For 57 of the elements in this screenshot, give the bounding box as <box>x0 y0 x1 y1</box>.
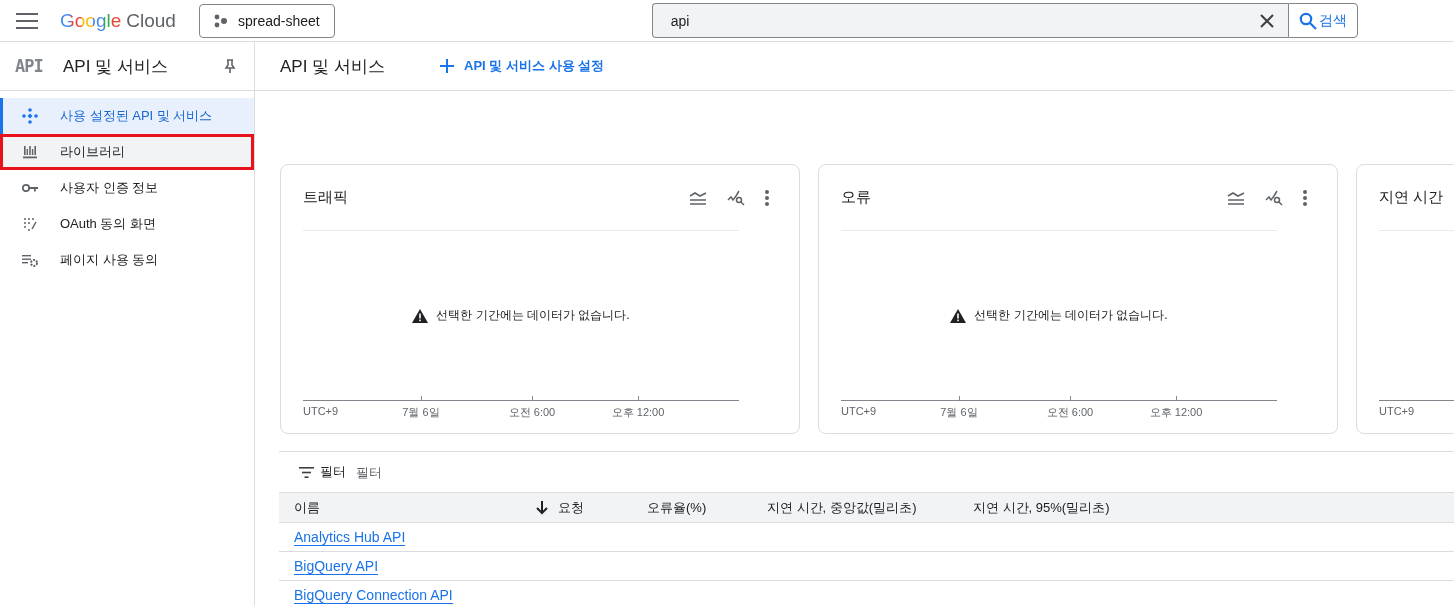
axis-label: UTC+9 <box>841 405 877 417</box>
column-header[interactable]: 요청 <box>558 498 584 517</box>
sidebar-title: API 및 서비스 <box>63 55 169 78</box>
sidebar-item[interactable]: 페이지 사용 동의 <box>0 242 254 278</box>
axis-label: 오후 12:00 <box>1149 405 1203 420</box>
endpoints-icon <box>22 108 38 124</box>
api-link[interactable]: BigQuery API <box>294 557 379 575</box>
sort-arrow-icon[interactable] <box>536 500 548 515</box>
project-icon <box>213 13 228 28</box>
page-title: API 및 서비스 <box>280 55 386 78</box>
column-header[interactable]: 이름 <box>294 498 320 517</box>
column-header[interactable]: 지연 시간, 중앙값(밀리초) <box>767 498 917 517</box>
axis-label: 오전 6:00 <box>1046 405 1094 420</box>
enable-api-button[interactable]: API 및 서비스 사용 설정 <box>440 57 605 75</box>
api-link[interactable]: BigQuery Connection API <box>294 586 453 604</box>
card-title: 오류 <box>841 188 872 207</box>
more-options-icon[interactable] <box>765 189 769 206</box>
search-button[interactable]: 검색 <box>1287 3 1358 38</box>
list-settings-icon <box>22 253 38 267</box>
axis-label: 오후 12:00 <box>611 405 665 420</box>
warning-icon <box>412 308 429 323</box>
search-icon <box>1298 11 1317 30</box>
legend-icon[interactable] <box>1227 190 1245 205</box>
axis-label: 7월 6일 <box>402 405 440 420</box>
key-icon <box>22 183 38 193</box>
sidebar-item[interactable]: OAuth 동의 화면 <box>0 206 254 242</box>
column-header[interactable]: 오류율(%) <box>647 498 707 517</box>
dotted-grid-icon <box>23 217 37 231</box>
sidebar-item[interactable]: 사용자 인증 정보 <box>0 170 254 206</box>
close-icon[interactable] <box>1259 13 1274 28</box>
no-data-message: 선택한 기간에는 데이터가 없습니다. <box>436 307 630 324</box>
no-data-message: 선택한 기간에는 데이터가 없습니다. <box>974 307 1168 324</box>
sidebar-item[interactable]: 사용 설정된 API 및 서비스 <box>0 98 254 134</box>
column-header[interactable]: 지연 시간, 95%(밀리초) <box>973 498 1110 517</box>
search-input[interactable]: api <box>652 12 1260 29</box>
project-picker-button[interactable]: spread-sheet <box>198 3 335 38</box>
sidebar-item[interactable]: 라이브러리 <box>0 134 254 170</box>
axis-label: 7월 6일 <box>940 405 978 420</box>
chart-search-icon[interactable] <box>1265 189 1283 206</box>
menu-icon[interactable] <box>16 12 38 29</box>
chart-search-icon[interactable] <box>727 189 745 206</box>
axis-label: UTC+9 <box>1379 405 1415 417</box>
card-title: 지연 시간 <box>1379 188 1445 207</box>
more-options-icon[interactable] <box>1303 189 1307 206</box>
card-title: 트래픽 <box>303 188 349 207</box>
legend-icon[interactable] <box>689 190 707 205</box>
filter-icon <box>299 466 314 478</box>
plus-icon <box>440 59 454 73</box>
filter-button[interactable]: 필터 <box>299 463 346 481</box>
api-label: API <box>15 56 44 76</box>
axis-label: UTC+9 <box>303 405 339 417</box>
api-link[interactable]: Analytics Hub API <box>294 528 406 546</box>
library-icon <box>23 145 37 159</box>
axis-label: 오전 6:00 <box>508 405 556 420</box>
pin-icon[interactable] <box>224 59 236 73</box>
search-field[interactable]: api <box>651 3 1288 38</box>
warning-icon <box>950 308 967 323</box>
